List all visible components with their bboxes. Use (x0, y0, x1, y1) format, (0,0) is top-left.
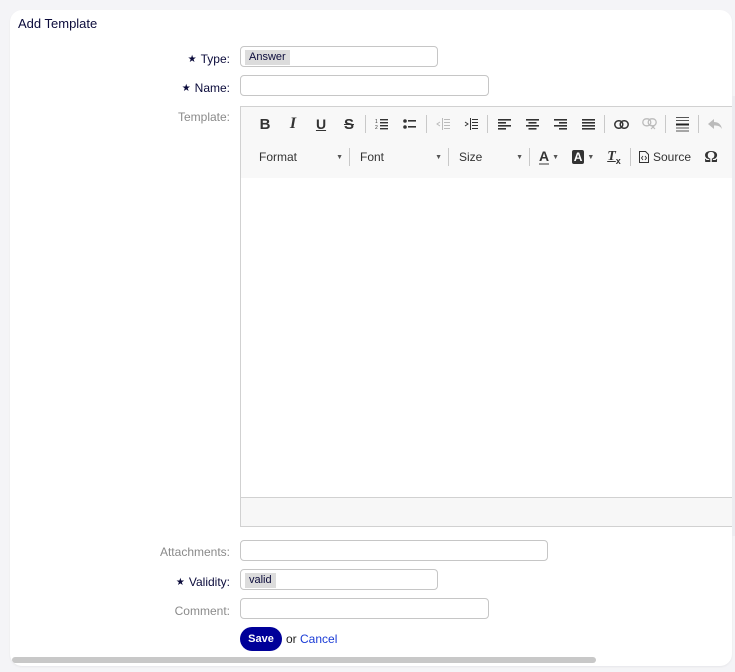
align-center-button[interactable] (518, 112, 546, 136)
justify-button[interactable] (574, 112, 602, 136)
type-label: ★ Type: (187, 52, 230, 66)
size-dropdown[interactable]: Size ▼ (451, 145, 527, 169)
unlink-icon (641, 118, 657, 130)
underline-button[interactable]: U (307, 112, 335, 136)
attachments-label: Attachments: (159, 545, 230, 559)
italic-icon: I (289, 115, 297, 132)
special-character-button[interactable]: Ω (697, 145, 725, 169)
save-button[interactable]: Save (240, 627, 282, 651)
panel-title: Add Template (18, 16, 98, 31)
omega-icon: Ω (704, 147, 718, 166)
bulleted-list-icon (403, 119, 416, 129)
source-label: Source (652, 150, 692, 164)
or-text: or (286, 632, 297, 646)
decrease-indent-button[interactable] (429, 112, 457, 136)
toolbar-separator (630, 148, 631, 166)
toolbar-separator (698, 115, 699, 133)
toolbar-separator (349, 148, 350, 166)
justify-icon (581, 118, 595, 130)
remove-format-icon: T (607, 149, 616, 164)
italic-button[interactable]: I (279, 112, 307, 136)
toolbar-separator (665, 115, 666, 133)
editor-status-bar (241, 497, 732, 526)
unlink-button[interactable] (635, 112, 663, 136)
toolbar-separator (365, 115, 366, 133)
name-label: ★ Name: (181, 81, 230, 95)
chevron-down-icon: ▼ (587, 153, 595, 161)
link-icon (613, 119, 629, 129)
toolbar-row-2: Format ▼ Font ▼ Size ▼ A ▼ A ▼ T x Sourc… (251, 144, 725, 170)
toolbar-separator (426, 115, 427, 133)
align-left-button[interactable] (490, 112, 518, 136)
undo-button[interactable] (701, 112, 729, 136)
required-star-icon: ★ (181, 83, 191, 94)
svg-text:2: 2 (375, 125, 378, 130)
type-selected-value: Answer (245, 50, 290, 65)
validity-label: ★ Validity: (175, 575, 230, 589)
source-button[interactable]: Source (633, 145, 697, 169)
chevron-down-icon: ▼ (552, 153, 560, 161)
cancel-link[interactable]: Cancel (300, 632, 337, 646)
toolbar-separator (604, 115, 605, 133)
numbered-list-icon: 12 (375, 119, 388, 130)
increase-indent-button[interactable] (457, 112, 485, 136)
format-dropdown[interactable]: Format ▼ (251, 145, 347, 169)
source-icon (638, 151, 649, 163)
format-label: Format (259, 150, 298, 164)
remove-format-button[interactable]: Tx (600, 145, 628, 169)
chevron-down-icon: ▼ (516, 153, 523, 161)
bold-button[interactable]: B (251, 112, 279, 136)
editor-toolbar: B I U S 12 Format ▼ Font ▼ Size ▼ A ▼ A … (241, 107, 732, 179)
bold-icon: B (259, 115, 271, 133)
undo-icon (708, 118, 722, 129)
increase-indent-icon (464, 118, 478, 130)
toolbar-row-1: B I U S 12 (251, 111, 729, 137)
validity-selected-value: valid (245, 573, 276, 588)
template-label: Template: (177, 110, 230, 124)
type-select[interactable]: Answer (240, 46, 438, 67)
chevron-down-icon: ▼ (435, 153, 442, 161)
horizontal-scrollbar[interactable] (12, 657, 596, 663)
attachments-input[interactable] (240, 540, 548, 561)
size-label: Size (459, 150, 483, 164)
bulleted-list-button[interactable] (396, 112, 424, 136)
comment-input[interactable] (240, 598, 489, 619)
text-color-button[interactable]: A ▼ (532, 145, 566, 169)
background-color-icon: A (571, 150, 585, 164)
text-color-icon: A (538, 147, 550, 165)
underline-icon: U (315, 116, 327, 132)
add-template-panel: Add Template ★ Type: Answer ★ Name: Templa… (10, 10, 732, 666)
numbered-list-button[interactable]: 12 (368, 112, 396, 136)
decrease-indent-icon (436, 118, 450, 130)
link-button[interactable] (607, 112, 635, 136)
horizontal-line-button[interactable] (668, 112, 696, 136)
toolbar-separator (487, 115, 488, 133)
align-right-icon (553, 118, 567, 130)
background-color-button[interactable]: A ▼ (566, 145, 600, 169)
align-right-button[interactable] (546, 112, 574, 136)
comment-label: Comment: (174, 604, 230, 618)
strikethrough-button[interactable]: S (335, 112, 363, 136)
chevron-down-icon: ▼ (336, 153, 343, 161)
name-input[interactable] (240, 75, 489, 96)
required-star-icon: ★ (175, 577, 185, 588)
align-center-icon (525, 118, 539, 130)
horizontal-line-icon (675, 116, 689, 131)
font-dropdown[interactable]: Font ▼ (352, 145, 446, 169)
template-content-area[interactable] (241, 178, 732, 498)
validity-select[interactable]: valid (240, 569, 438, 590)
align-left-icon (497, 118, 511, 130)
toolbar-separator (529, 148, 530, 166)
font-label: Font (360, 150, 385, 164)
strikethrough-icon: S (343, 115, 354, 133)
toolbar-separator (448, 148, 449, 166)
rich-text-editor: B I U S 12 Format ▼ Font ▼ Size ▼ A ▼ A … (240, 106, 732, 527)
required-star-icon: ★ (187, 54, 197, 65)
